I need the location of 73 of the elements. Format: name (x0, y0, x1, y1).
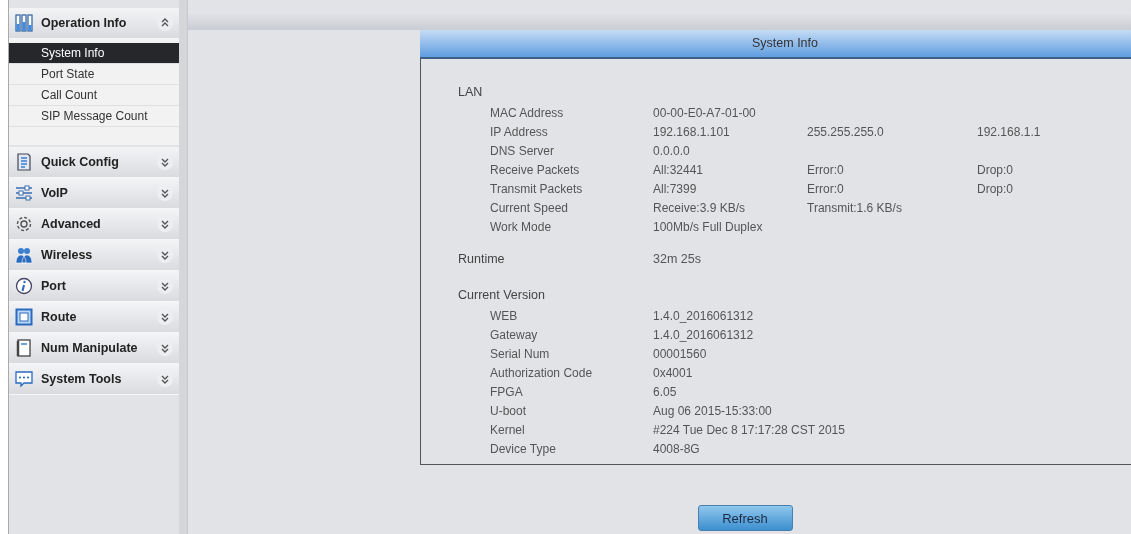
section-title: Current Version (458, 288, 546, 304)
field-label: Transmit Packets (489, 181, 584, 196)
panel-title: System Info (420, 30, 1131, 59)
field-label: Gateway (489, 327, 539, 342)
field-value: Drop:0 (977, 181, 1014, 196)
menu-header[interactable]: Wireless (9, 240, 179, 271)
menu-header[interactable]: Advanced (9, 209, 179, 240)
field-label: Kernel (489, 422, 526, 437)
menu-header-label: Operation Info (41, 16, 128, 30)
field-label: MAC Address (489, 105, 565, 120)
field-label: Device Type (489, 441, 557, 456)
menu-header[interactable]: Num Manipulate (9, 333, 179, 364)
field-value: 192.168.1.1 (977, 124, 1041, 139)
menu-header-label: System Tools (41, 372, 123, 386)
section-title: Runtime (458, 252, 506, 268)
menu-header-label: Quick Config (41, 155, 120, 169)
square-frame-icon (15, 308, 33, 326)
field-label: Authorization Code (489, 365, 594, 380)
chevron-icon (157, 185, 173, 201)
field-label: Serial Num (489, 346, 551, 361)
field-value: 255.255.255.0 (807, 124, 885, 139)
people-icon (15, 246, 33, 264)
field-label: IP Address (489, 124, 549, 139)
field-label: U-boot (489, 403, 528, 418)
field-value: 0.0.0.0 (653, 143, 691, 158)
field-value: 0x4001 (653, 365, 694, 380)
field-label: Receive Packets (489, 162, 581, 177)
field-value: 100Mb/s Full Duplex (653, 219, 764, 234)
bars-icon (15, 14, 33, 32)
document-icon (15, 153, 33, 171)
field-value: 1.4.0_2016061312 (653, 308, 755, 323)
field-label: FPGA (489, 384, 524, 399)
menu-header-label: Route (41, 310, 78, 324)
field-value: All:7399 (653, 181, 698, 196)
settings-icon (15, 215, 33, 233)
field-label: Work Mode (489, 219, 553, 234)
menu-header[interactable]: Port (9, 271, 179, 302)
chevron-icon (157, 15, 173, 31)
field-label: DNS Server (489, 143, 555, 158)
menu-header-label: VoIP (41, 186, 69, 200)
field-value: Drop:0 (977, 162, 1014, 177)
notebook-icon (15, 339, 33, 357)
refresh-button[interactable]: Refresh (697, 505, 793, 531)
info-icon (15, 277, 33, 295)
field-value: Transmit:1.6 KB/s (807, 200, 903, 215)
field-value: #224 Tue Dec 8 17:17:28 CST 2015 (653, 422, 845, 437)
field-label: Current Speed (489, 200, 570, 215)
menu-header-label: Advanced (41, 217, 102, 231)
field-value: 192.168.1.101 (653, 124, 731, 139)
menu-header[interactable]: System Tools (9, 364, 179, 395)
field-value: Receive:3.9 KB/s (653, 200, 747, 215)
menu-header-label: Wireless (41, 248, 94, 262)
field-value: Aug 06 2015-15:33:00 (653, 403, 773, 418)
field-value: 32m 25s (653, 252, 701, 268)
field-value: 00-00-E0-A7-01-00 (653, 105, 757, 120)
sliders-icon (15, 184, 33, 202)
field-value: All:32441 (653, 162, 705, 177)
chat-bubble-icon (15, 370, 33, 388)
field-label: WEB (489, 308, 519, 323)
field-value: 6.05 (653, 384, 678, 399)
menu-header[interactable]: Route (9, 302, 179, 333)
field-value: 4008-8G (653, 441, 701, 456)
menu-header-label: Port (41, 279, 67, 293)
menu-header[interactable]: VoIP (9, 178, 179, 209)
menu-header[interactable]: Quick Config (9, 147, 179, 178)
field-value: 00001560 (653, 346, 708, 361)
field-value: Error:0 (807, 162, 845, 177)
menu-header[interactable]: Operation Info (9, 8, 179, 39)
menu-header-label: Num Manipulate (41, 341, 139, 355)
field-value: Error:0 (807, 181, 845, 196)
section-title: LAN (458, 85, 484, 101)
field-value: 1.4.0_2016061312 (653, 327, 755, 342)
chevron-icon (157, 371, 173, 387)
